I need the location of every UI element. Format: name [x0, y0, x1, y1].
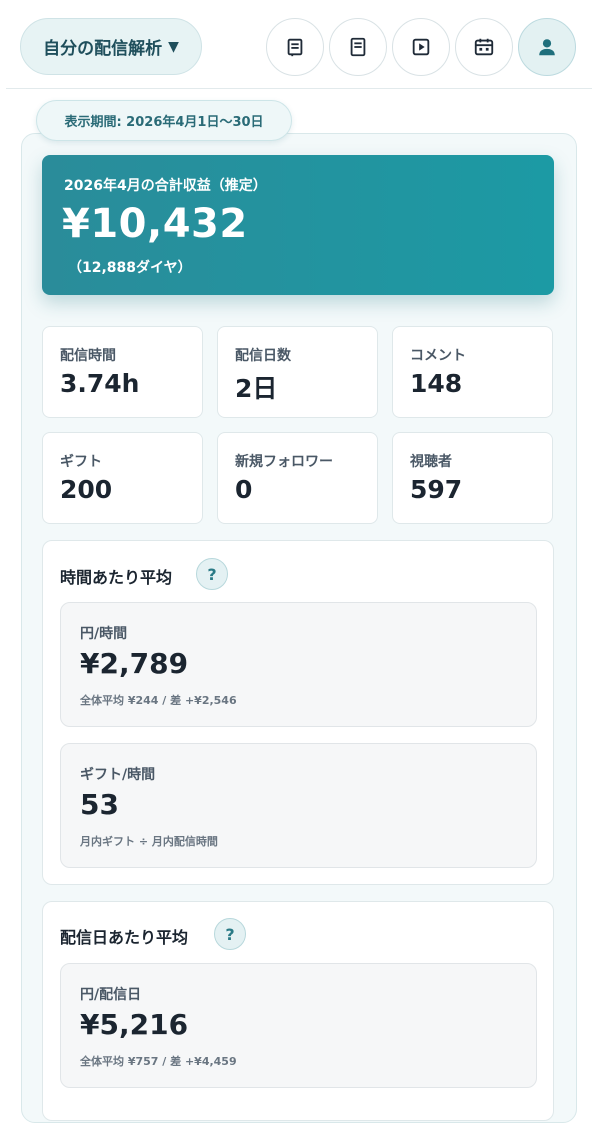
- top-nav: 自分の配信解析 ▼: [0, 0, 598, 90]
- analysis-selector-label: 自分の配信解析: [43, 39, 163, 59]
- caret-down-icon: ▼: [168, 38, 179, 55]
- per-day-section: 配信日あたり平均 ? 円/配信日 ¥5,216 全体平均 ¥757 / 差 +¥…: [42, 901, 554, 1121]
- stat-label: ギフト: [60, 454, 102, 470]
- stat-value: 2日: [235, 374, 278, 403]
- metric-note: 月内ギフト ÷ 月内配信時間: [80, 835, 218, 848]
- stat-value: 3.74h: [60, 369, 140, 398]
- help-button[interactable]: ?: [196, 558, 228, 590]
- metric-label: 円/時間: [80, 626, 128, 642]
- stat-card-viewers: 視聴者 597: [392, 432, 553, 524]
- stat-card-gifts: ギフト 200: [42, 432, 203, 524]
- metric-value: ¥2,789: [80, 647, 189, 680]
- stat-card-new-followers: 新規フォロワー 0: [217, 432, 378, 524]
- list-button[interactable]: [266, 18, 324, 76]
- stat-label: 配信時間: [60, 348, 116, 364]
- stat-value: 597: [410, 475, 463, 504]
- play-icon: [412, 38, 430, 56]
- stat-card-stream-days: 配信日数 2日: [217, 326, 378, 418]
- metric-yen-per-hour: 円/時間 ¥2,789 全体平均 ¥244 / 差 +¥2,546: [60, 602, 537, 727]
- metric-value: ¥5,216: [80, 1008, 189, 1041]
- metric-value: 53: [80, 788, 119, 821]
- total-revenue-amount: ¥10,432: [62, 201, 248, 247]
- user-icon: [539, 39, 555, 56]
- metric-note: 全体平均 ¥244 / 差 +¥2,546: [80, 694, 237, 707]
- per-hour-section: 時間あたり平均 ? 円/時間 ¥2,789 全体平均 ¥244 / 差 +¥2,…: [42, 540, 554, 885]
- document-button[interactable]: [329, 18, 387, 76]
- stat-card-stream-time: 配信時間 3.74h: [42, 326, 203, 418]
- metric-note: 全体平均 ¥757 / 差 +¥4,459: [80, 1055, 237, 1068]
- profile-button[interactable]: [518, 18, 576, 76]
- calendar-button[interactable]: [455, 18, 513, 76]
- stat-label: 視聴者: [410, 454, 452, 470]
- stat-label: コメント: [410, 348, 466, 364]
- stat-value: 0: [235, 475, 253, 504]
- document-icon: [350, 37, 366, 57]
- total-revenue-label: 2026年4月の合計収益（推定）: [64, 178, 267, 194]
- metric-yen-per-day: 円/配信日 ¥5,216 全体平均 ¥757 / 差 +¥4,459: [60, 963, 537, 1088]
- question-mark-icon: ?: [225, 924, 235, 944]
- stat-value: 200: [60, 475, 113, 504]
- calendar-icon: [474, 38, 494, 56]
- metric-label: 円/配信日: [80, 987, 142, 1003]
- nav-divider: [6, 88, 592, 89]
- list-icon: [287, 38, 303, 57]
- stat-value: 148: [410, 369, 463, 398]
- metric-gifts-per-hour: ギフト/時間 53 月内ギフト ÷ 月内配信時間: [60, 743, 537, 868]
- period-badge: 表示期間: 2026年4月1日〜30日: [36, 100, 292, 141]
- help-button[interactable]: ?: [214, 918, 246, 950]
- stat-label: 新規フォロワー: [235, 454, 333, 470]
- play-button[interactable]: [392, 18, 450, 76]
- section-title: 時間あたり平均: [60, 568, 173, 587]
- total-revenue-card: 2026年4月の合計収益（推定） ¥10,432 （12,888ダイヤ）: [42, 155, 554, 295]
- analysis-selector-button[interactable]: 自分の配信解析 ▼: [20, 18, 202, 75]
- stat-card-comments: コメント 148: [392, 326, 553, 418]
- stat-label: 配信日数: [235, 348, 291, 364]
- total-diamonds: （12,888ダイヤ）: [68, 260, 192, 276]
- question-mark-icon: ?: [207, 564, 217, 584]
- section-title: 配信日あたり平均: [60, 928, 189, 947]
- metric-label: ギフト/時間: [80, 767, 156, 783]
